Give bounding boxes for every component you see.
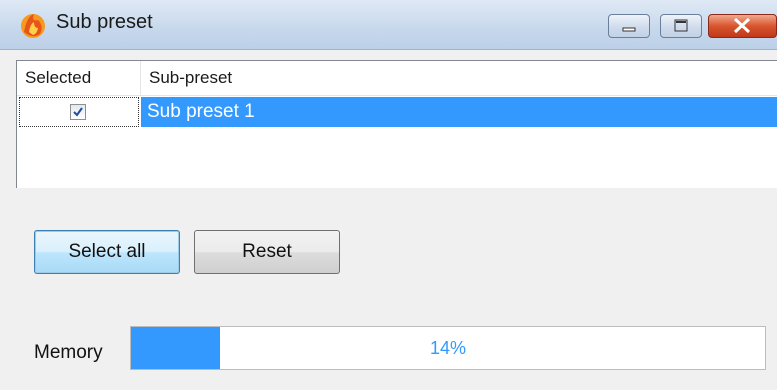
minimize-button[interactable] — [608, 14, 650, 38]
sub-preset-list[interactable]: Selected Sub-preset Sub preset 1 — [16, 60, 777, 188]
checkmark-icon — [73, 107, 83, 117]
column-header-sub-preset[interactable]: Sub-preset — [141, 61, 777, 95]
close-button[interactable] — [708, 14, 777, 38]
list-header: Selected Sub-preset — [17, 61, 777, 96]
sub-preset-name-cell[interactable]: Sub preset 1 — [141, 97, 777, 127]
column-header-selected[interactable]: Selected — [17, 61, 141, 95]
minimize-icon — [622, 27, 636, 32]
title-bar[interactable]: Sub preset — [0, 0, 777, 50]
maximize-icon — [674, 19, 688, 32]
list-item[interactable]: Sub preset 1 — [17, 97, 777, 127]
selected-cell[interactable] — [19, 97, 139, 127]
selected-checkbox[interactable] — [70, 104, 86, 120]
memory-percent-text: 14% — [429, 338, 467, 358]
window-title: Sub preset — [56, 11, 153, 33]
reset-button[interactable]: Reset — [194, 230, 340, 274]
maximize-button[interactable] — [660, 14, 702, 38]
close-icon — [733, 17, 751, 34]
memory-label: Memory — [34, 342, 103, 363]
select-all-button[interactable]: Select all — [34, 230, 180, 274]
memory-progress-bar: 14% — [130, 326, 766, 370]
app-flame-icon — [18, 10, 48, 40]
